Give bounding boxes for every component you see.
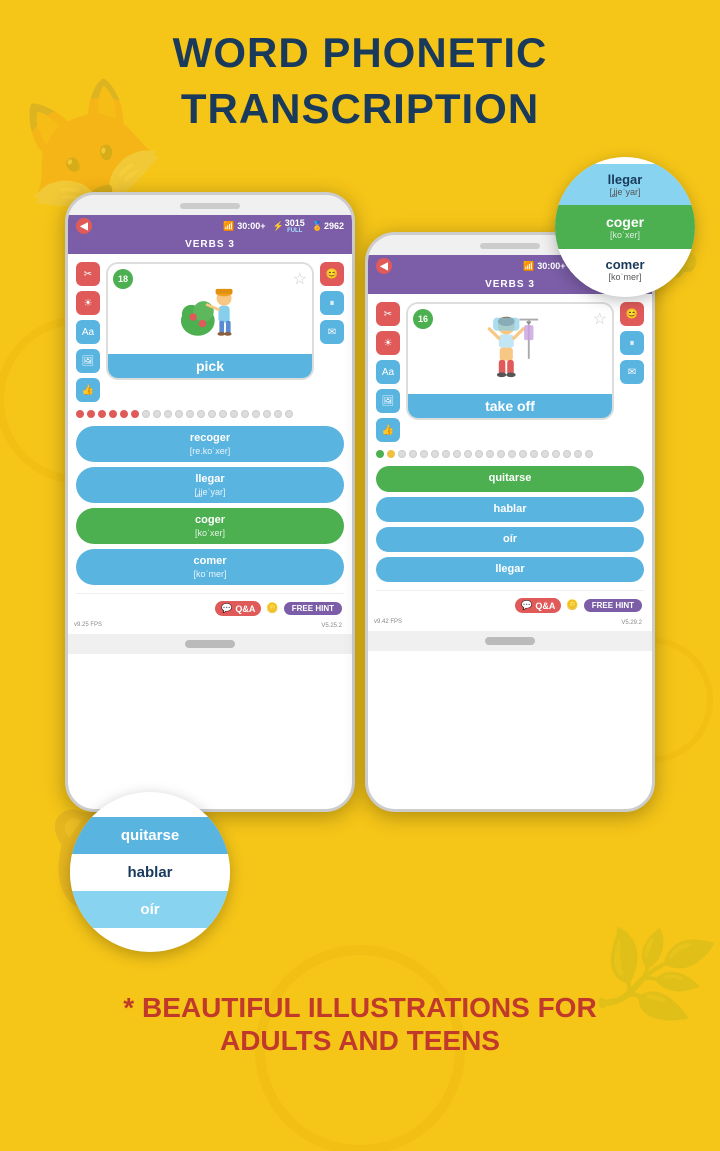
back-button-right[interactable]: ◀ — [376, 258, 392, 274]
mail-button-left[interactable]: ✉ — [320, 320, 344, 344]
card-star-left[interactable]: ☆ — [293, 269, 307, 289]
home-button-right[interactable] — [485, 637, 535, 645]
flash-card-right: 16 ☆ — [406, 302, 614, 420]
hint-text-left[interactable]: FREE HINT — [284, 602, 342, 615]
ver-right: V5.29.2 — [617, 619, 646, 627]
bottom-text-line1: * BEAUTIFUL ILLUSTRATIONS FOR — [123, 992, 596, 1024]
progress-dots-left — [68, 406, 352, 422]
bubble-right-phon2: [koˈxer] — [559, 230, 691, 240]
option-left-2[interactable]: llegar [ʝjeˈyar] — [76, 467, 344, 503]
bubble-right: llegar [ʝjeˈyar] coger [koˈxer] comer [k… — [555, 157, 695, 297]
options-list-right: quitarse hablar oír llegar — [368, 462, 652, 586]
bubble-right-word3: comer — [559, 257, 691, 272]
mic-button-right[interactable]: ✂ — [376, 302, 400, 326]
bubble-right-phon1: [ʝjeˈyar] — [559, 187, 691, 197]
hint-text-right[interactable]: FREE HINT — [584, 599, 642, 612]
card-word-right: take off — [408, 394, 612, 418]
bubble-left: quitarse hablar oír — [70, 792, 230, 952]
pause-button-left[interactable]: ⏸ — [320, 291, 344, 315]
title-line1: WORD PHONETIC — [173, 30, 548, 76]
bubble-left-word3: oír — [74, 901, 226, 918]
bubble-left-word2: hablar — [74, 864, 226, 881]
fps-left: v9.25 FPS — [74, 622, 102, 630]
pause-button-right[interactable]: ⏸ — [620, 331, 644, 355]
flash-card-left: 18 ☆ — [106, 262, 314, 380]
image-button-right[interactable]: 🖼 — [376, 389, 400, 413]
score-label-left: FULL — [287, 228, 302, 234]
category-left: VERBS 3 — [68, 237, 352, 254]
image-button-left[interactable]: 🖼 — [76, 349, 100, 373]
home-button-left[interactable] — [185, 640, 235, 648]
fps-right: v9.42 FPS — [374, 619, 402, 627]
bottom-text-line2: ADULTS AND TEENS — [123, 1025, 596, 1057]
score-left: 3015 — [285, 218, 305, 228]
option-left-1[interactable]: recoger [re.koˈxer] — [76, 426, 344, 462]
mail-button-right[interactable]: ✉ — [620, 360, 644, 384]
bubble-right-word2: coger — [559, 214, 691, 230]
option-left-3[interactable]: coger [koˈxer] — [76, 508, 344, 544]
time-right: 30:00+ — [537, 261, 565, 271]
mic-button-left[interactable]: ✂ — [76, 262, 100, 286]
time-left: 30:00+ — [237, 221, 265, 231]
options-list-left: recoger [re.koˈxer] llegar [ʝjeˈyar] cog… — [68, 422, 352, 589]
hint-badge-left[interactable]: 💬 Q&A — [215, 601, 261, 616]
card-word-left: pick — [108, 354, 312, 378]
bottom-text: * BEAUTIFUL ILLUSTRATIONS FOR ADULTS AND… — [103, 992, 616, 1056]
coin-right: 🪙 — [566, 600, 578, 611]
back-button-left[interactable]: ◀ — [76, 218, 92, 234]
ver-left: V5.25.2 — [317, 622, 346, 630]
face-button-right[interactable]: 😊 — [620, 302, 644, 326]
phone-left: ◀ 📶 30:00+ ⚡ 3015 FULL 🏅 — [65, 192, 355, 812]
option-right-1[interactable]: quitarse — [376, 466, 644, 491]
bubble-right-word1: llegar — [559, 172, 691, 187]
progress-dots-right — [368, 446, 652, 462]
face-button-left[interactable]: 😊 — [320, 262, 344, 286]
like-button-right[interactable]: 👍 — [376, 418, 400, 442]
medals-left: 2962 — [324, 221, 344, 231]
text-button-left[interactable]: Aa — [76, 320, 100, 344]
card-star-right[interactable]: ☆ — [593, 309, 607, 329]
like-button-left[interactable]: 👍 — [76, 378, 100, 402]
option-right-4[interactable]: llegar — [376, 557, 644, 582]
coin-left: 🪙 — [266, 603, 278, 614]
hint-badge-right[interactable]: 💬 Q&A — [515, 598, 561, 613]
option-right-2[interactable]: hablar — [376, 497, 644, 522]
bubble-left-word1: quitarse — [74, 827, 226, 844]
sun-button-left[interactable]: ☀ — [76, 291, 100, 315]
title-line2: TRANSCRIPTION — [173, 86, 548, 132]
option-left-4[interactable]: comer [koˈmer] — [76, 549, 344, 585]
page-title: WORD PHONETIC TRANSCRIPTION — [173, 30, 548, 152]
phone-right: ◀ 📶 30:00+ ⚡ 3380 FULL 🏅 — [365, 232, 655, 812]
text-button-right[interactable]: Aa — [376, 360, 400, 384]
sun-button-right[interactable]: ☀ — [376, 331, 400, 355]
option-right-3[interactable]: oír — [376, 527, 644, 552]
